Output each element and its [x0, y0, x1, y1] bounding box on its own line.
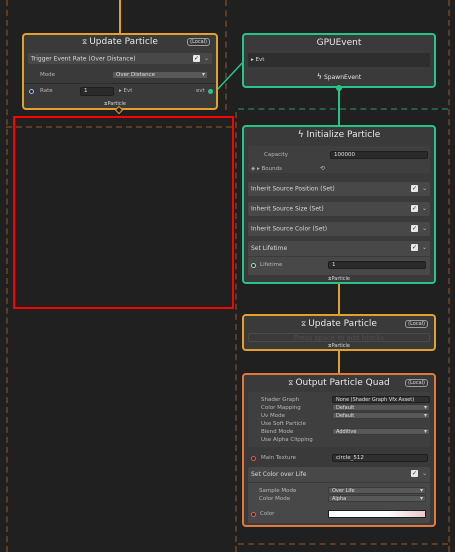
local-badge[interactable]: (Local) — [405, 320, 428, 328]
color-gradient-field[interactable] — [328, 510, 426, 518]
chevron-down-icon[interactable]: ⌄ — [422, 185, 427, 192]
particle-output-label: ⧖Particle — [328, 276, 350, 282]
selection-rectangle — [13, 116, 234, 309]
inherit-color-block[interactable]: Inherit Source Color (Set) ✓ ⌄ — [248, 222, 430, 236]
evt-output-port[interactable] — [208, 89, 213, 94]
sample-mode-label: Sample Mode — [259, 488, 297, 494]
mode-label: Mode — [40, 72, 55, 78]
initialize-title: ϟ Initialize Particle — [297, 130, 381, 140]
evt-output-label: evt — [196, 88, 205, 94]
lightning-icon: ϟ — [316, 72, 323, 81]
spawn-edge — [338, 88, 340, 128]
set-lifetime-block[interactable]: Set Lifetime ✓ ⌄ Lifetime 1 — [248, 241, 430, 275]
rate-input-port[interactable] — [29, 89, 34, 94]
chevron-down-icon[interactable]: ⌄ — [204, 55, 209, 62]
block-label: Inherit Source Color (Set) — [251, 225, 328, 233]
trigger-event-rate-block[interactable]: Trigger Event Rate (Over Distance) ✓ ⌄ — [28, 53, 212, 64]
chevron-down-icon[interactable]: ⌄ — [422, 205, 427, 212]
gpu-event-node[interactable]: GPUEvent ▸ Evt ϟ SpawnEvent — [242, 33, 436, 88]
flow-edge-bottom — [338, 350, 340, 375]
particle-output-label: ⧖Particle — [104, 101, 126, 107]
color-mapping-dropdown[interactable]: Default — [332, 404, 430, 411]
lifetime-label: Lifetime — [260, 262, 283, 268]
inherit-position-block[interactable]: Inherit Source Position (Set) ✓ ⌄ — [248, 182, 430, 196]
uv-mode-dropdown[interactable]: Default — [332, 412, 430, 419]
initialize-particle-node[interactable]: ϟ Initialize Particle Capacity 100000 ◈ … — [242, 125, 436, 284]
color-input-port[interactable] — [251, 512, 256, 517]
update-particle-node[interactable]: ⧖ Update Particle (Local) Press space to… — [242, 314, 436, 351]
capacity-label: Capacity — [264, 152, 289, 158]
lightning-icon: ϟ — [297, 130, 304, 140]
uv-mode-label: Uv Mode — [261, 413, 286, 419]
chevron-down-icon[interactable]: ⌄ — [422, 225, 427, 232]
block-enabled-checkbox[interactable]: ✓ — [411, 244, 418, 251]
separator — [24, 83, 216, 84]
block-enabled-checkbox[interactable]: ✓ — [193, 55, 200, 62]
main-texture-label: Main Texture — [261, 455, 297, 461]
shader-graph-field[interactable]: None (Shader Graph Vfx Asset) — [332, 396, 430, 403]
evt-input-row: ▸ Evt — [248, 53, 430, 67]
flow-edge-mid — [338, 283, 340, 316]
spawn-event-label: ϟ SpawnEvent — [316, 72, 362, 81]
spawn-event-port[interactable] — [336, 85, 342, 91]
separator — [248, 482, 430, 483]
color-mode-dropdown[interactable]: Alpha — [328, 495, 426, 502]
block-enabled-checkbox[interactable]: ✓ — [411, 470, 418, 477]
color-mode-label: Color Mode — [259, 496, 291, 502]
mode-dropdown[interactable]: Over Distance — [112, 71, 208, 79]
block-enabled-checkbox[interactable]: ✓ — [411, 185, 418, 192]
sample-mode-dropdown[interactable]: Over Life — [328, 487, 426, 494]
main-texture-port[interactable] — [251, 456, 256, 461]
context-settings: Capacity 100000 ◈ ▸ Bounds ⟲ — [248, 146, 430, 173]
block-label: Inherit Source Position (Set) — [251, 185, 335, 193]
blend-mode-dropdown[interactable]: Additive — [332, 428, 430, 435]
chevron-down-icon[interactable]: ⌄ — [422, 470, 427, 477]
blend-mode-label: Blend Mode — [261, 429, 294, 435]
main-texture-field[interactable]: circle_512 — [332, 454, 428, 462]
bounds-label[interactable]: ◈ ▸ Bounds — [251, 166, 282, 172]
inherit-size-block[interactable]: Inherit Source Size (Set) ✓ ⌄ — [248, 202, 430, 216]
block-enabled-checkbox[interactable]: ✓ — [411, 225, 418, 232]
alpha-clipping-label: Use Alpha Clipping — [261, 437, 313, 443]
output-particle-quad-node[interactable]: ⧖ Output Particle Quad (Local) Shader Gr… — [242, 373, 436, 527]
block-enabled-checkbox[interactable]: ✓ — [411, 205, 418, 212]
evt-input-label: ▸ Evt — [119, 88, 133, 94]
chevron-down-icon[interactable]: ⌄ — [422, 244, 427, 251]
update-particle-node-top[interactable]: ⧖ Update Particle (Local) Trigger Event … — [22, 33, 218, 110]
local-badge[interactable]: (Local) — [405, 379, 428, 387]
group-frame-divider-lower — [235, 112, 237, 552]
add-blocks-placeholder[interactable]: Press space to add blocks — [248, 333, 430, 342]
soft-particle-label: Use Soft Particle — [261, 421, 306, 427]
group-frame-left — [6, 0, 8, 552]
block-label: Inherit Source Size (Set) — [251, 205, 324, 213]
local-badge[interactable]: (Local) — [187, 38, 210, 46]
rate-label: Rate — [40, 88, 53, 94]
lifetime-input-port[interactable] — [251, 263, 256, 268]
color-label: Color — [260, 511, 275, 517]
capacity-field[interactable]: 100000 — [330, 151, 428, 159]
rate-field[interactable]: 1 — [80, 87, 114, 96]
color-mapping-label: Color Mapping — [261, 405, 301, 411]
shader-graph-label: Shader Graph — [261, 397, 300, 403]
output-settings: Shader Graph None (Shader Graph Vfx Asse… — [248, 392, 430, 447]
flow-edge-in — [119, 0, 121, 34]
evt-input-label: ▸ Evt — [251, 57, 265, 63]
particle-output-label: ⧖Particle — [328, 343, 350, 349]
block-label: Trigger Event Rate (Over Distance) — [31, 55, 136, 62]
group-frame-right — [448, 0, 450, 552]
separator — [248, 256, 430, 257]
gpu-event-title: GPUEvent — [316, 38, 362, 48]
block-label: Set Lifetime — [251, 245, 288, 252]
bounds-link-icon[interactable]: ⟲ — [320, 165, 325, 172]
group-frame-bottom — [238, 543, 448, 545]
block-label: Set Color over Life — [251, 471, 307, 478]
group-frame-top-right — [238, 108, 448, 110]
set-color-over-life-block[interactable]: Set Color over Life ✓ ⌄ Sample Mode Over… — [248, 467, 430, 523]
lifetime-field[interactable]: 1 — [328, 261, 426, 269]
